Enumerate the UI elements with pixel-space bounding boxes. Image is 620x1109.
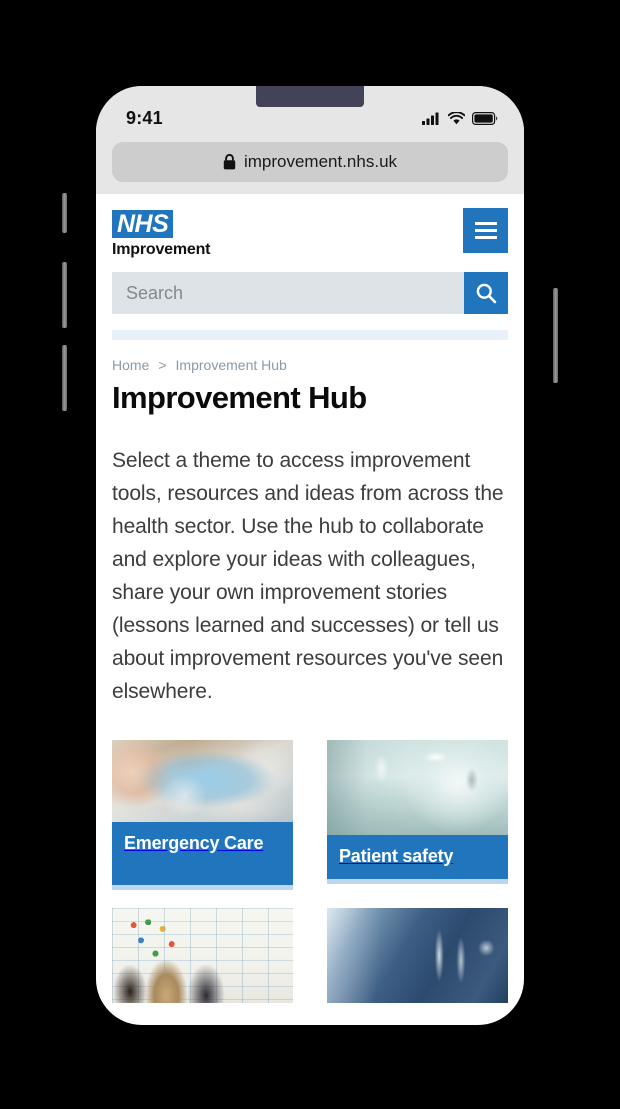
theme-card-patient-safety[interactable]: Patient safety: [327, 740, 508, 890]
search-row: [112, 272, 508, 314]
theme-card-emergency-care[interactable]: Emergency Care: [112, 740, 293, 890]
header-top-row: NHS Improvement: [112, 208, 508, 259]
page-intro-text: Select a theme to access improvement too…: [112, 449, 504, 703]
menu-button[interactable]: [463, 208, 508, 253]
url-bar[interactable]: improvement.nhs.uk: [112, 142, 508, 182]
wifi-icon: [448, 111, 465, 124]
header-divider: [112, 330, 508, 340]
menu-icon-bar: [474, 229, 497, 232]
volume-up-button[interactable]: [62, 262, 67, 328]
theme-card-image: [112, 908, 293, 1003]
status-time: 9:41: [126, 107, 163, 128]
nhs-improvement-logo[interactable]: NHS Improvement: [112, 208, 210, 259]
search-submit-button[interactable]: [464, 272, 508, 314]
menu-icon-bar: [474, 236, 497, 239]
theme-card-grid: Emergency Care Patient safety: [112, 740, 508, 1003]
battery-full-icon: [472, 111, 498, 125]
screenshot-stage: 9:41 improvement.nhs.uk NHS Improvement …: [0, 0, 620, 1109]
scrubs-stethoscope-photo: [327, 908, 508, 1003]
breadcrumb: Home > Improvement Hub: [112, 340, 508, 373]
power-button[interactable]: [553, 288, 558, 383]
device-notch: [256, 86, 364, 107]
cellular-bars-icon: [422, 112, 439, 125]
search-icon: [476, 283, 497, 304]
silence-switch[interactable]: [62, 193, 67, 233]
theme-card-fourth[interactable]: [327, 908, 508, 1003]
volume-down-button[interactable]: [62, 345, 67, 411]
phone-screen: 9:41 improvement.nhs.uk NHS Improvement …: [96, 86, 524, 1025]
lock-icon: [223, 154, 236, 170]
theme-card-image: [327, 908, 508, 1003]
theme-card-label: Patient safety: [327, 835, 508, 884]
breadcrumb-separator: >: [158, 357, 167, 373]
menu-icon-bar: [474, 222, 497, 225]
site-header: NHS Improvement: [96, 194, 524, 340]
browser-chrome: 9:41 improvement.nhs.uk: [96, 86, 524, 194]
emergency-resuscitation-photo: [112, 740, 293, 822]
page-content: Home > Improvement Hub Improvement Hub S…: [96, 340, 524, 1003]
staff-planning-board-photo: [112, 908, 293, 1003]
page-title: Improvement Hub: [112, 380, 367, 415]
theme-card-label: Emergency Care: [112, 822, 293, 890]
theme-card-third[interactable]: [112, 908, 293, 1003]
nhs-logo-text: NHS: [117, 210, 169, 238]
nhs-logo-subtitle: Improvement: [112, 241, 211, 258]
status-icons: [422, 111, 498, 125]
theme-card-image: [112, 740, 293, 822]
url-text: improvement.nhs.uk: [243, 152, 398, 171]
breadcrumb-item-home[interactable]: Home: [112, 357, 149, 373]
nhs-logo-badge: NHS: [112, 210, 174, 238]
theme-card-image: [327, 740, 508, 835]
hospital-corridor-photo: [327, 740, 508, 835]
breadcrumb-item-improvement-hub: Improvement Hub: [175, 357, 287, 373]
search-input[interactable]: [112, 272, 464, 314]
